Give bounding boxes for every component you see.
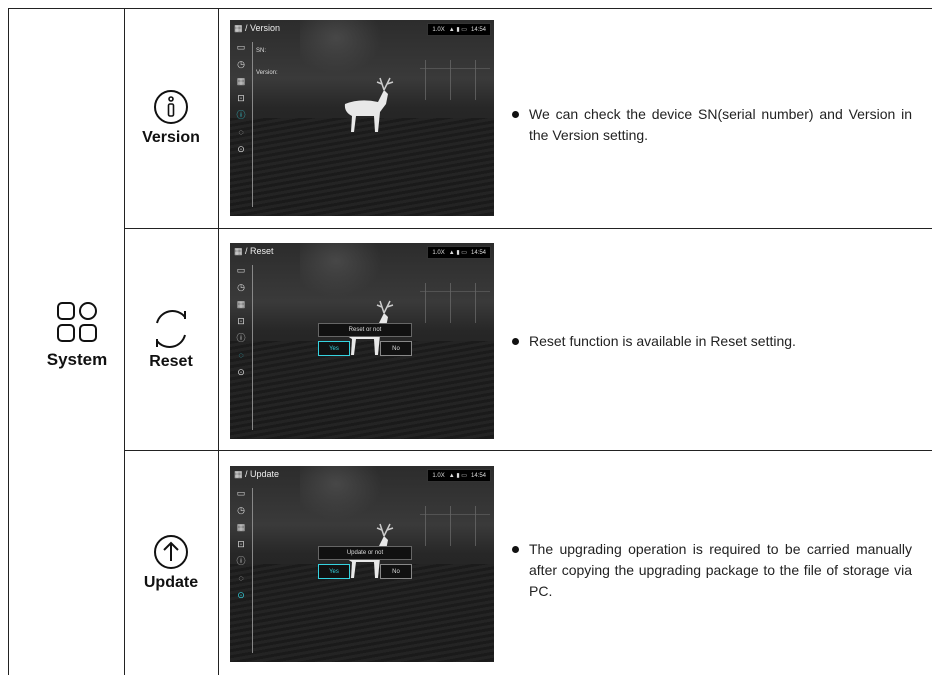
row-update-cell: Update: [125, 451, 217, 675]
screen-title: ▦ / Version: [234, 23, 281, 33]
reset-dialog: Reset or not Yes No: [318, 323, 412, 356]
display-icon: ▭: [236, 42, 246, 52]
screenshot-reset: ▦ / Reset 1.0X ▲ ▮ ▭ 14:54 ▭ ◷ ▦ ⊡ ⓘ ◌ ⊙ Reset…: [230, 243, 494, 439]
row-reset-cell: Reset: [125, 229, 217, 450]
update-icon: ⊙: [237, 590, 245, 600]
reset-icon: ◌: [238, 573, 244, 583]
yes-button[interactable]: Yes: [318, 341, 350, 356]
upload-arrow-icon: [154, 535, 188, 569]
deer-silhouette: [344, 77, 394, 132]
info-icon: ⓘ: [236, 556, 246, 566]
version-field: Version:: [256, 70, 278, 76]
status-bar: 1.0X ▲ ▮ ▭ 14:54: [427, 469, 491, 482]
menu-sidebar: ▭ ◷ ▦ ⊡ ⓘ ◌ ⊙: [234, 42, 248, 155]
calendar-icon: ▦: [236, 299, 246, 309]
description-update: The upgrading operation is required to b…: [512, 539, 912, 602]
display-icon: ▭: [236, 488, 246, 498]
screenshot-update: ▦ / Update 1.0X ▲ ▮ ▭ 14:54 ▭ ◷ ▦ ⊡ ⓘ ◌ ⊙ Upda…: [230, 466, 494, 662]
info-icon: ⓘ: [236, 333, 246, 343]
calendar-icon: ▦: [236, 76, 246, 86]
download-icon: ⊡: [237, 93, 245, 103]
status-bar: 1.0X ▲ ▮ ▭ 14:54: [427, 246, 491, 259]
screenshot-version: ▦ / Version 1.0X ▲ ▮ ▭ 14:54 ▭ ◷ ▦ ⊡ ⓘ ◌ ⊙ SN:…: [230, 20, 494, 216]
update-dialog: Update or not Yes No: [318, 546, 412, 579]
clock-icon: ◷: [237, 59, 245, 69]
clock-icon: ◷: [237, 505, 245, 515]
update-icon: ⊙: [237, 144, 245, 154]
no-button[interactable]: No: [380, 564, 412, 579]
row-label: Reset: [149, 352, 193, 370]
screen-title: ▦ / Update: [234, 469, 280, 479]
menu-sidebar: ▭ ◷ ▦ ⊡ ⓘ ◌ ⊙: [234, 265, 248, 378]
yes-button[interactable]: Yes: [318, 564, 350, 579]
system-grid-icon: [57, 302, 97, 342]
description-reset: Reset function is available in Reset set…: [512, 331, 912, 352]
reset-icon: ◌: [238, 350, 244, 360]
info-circle-icon: [154, 90, 188, 124]
description-version: We can check the device SN(serial number…: [512, 104, 912, 146]
menu-sidebar: ▭ ◷ ▦ ⊡ ⓘ ◌ ⊙: [234, 488, 248, 601]
download-icon: ⊡: [237, 539, 245, 549]
status-bar: 1.0X ▲ ▮ ▭ 14:54: [427, 23, 491, 36]
update-icon: ⊙: [237, 367, 245, 377]
no-button[interactable]: No: [380, 341, 412, 356]
category-system: System: [30, 230, 124, 440]
info-icon: ⓘ: [236, 110, 246, 120]
download-icon: ⊡: [237, 316, 245, 326]
reset-icon: ◌: [238, 127, 244, 137]
row-version-cell: Version: [125, 8, 217, 228]
row-label: Update: [143, 574, 199, 591]
category-label: System: [46, 350, 108, 369]
row-label: Version: [142, 129, 200, 146]
clock-icon: ◷: [237, 282, 245, 292]
calendar-icon: ▦: [236, 522, 246, 532]
sn-field: SN:: [256, 48, 267, 54]
screen-title: ▦ / Reset: [234, 246, 274, 256]
dialog-question: Reset or not: [318, 323, 412, 337]
reset-arrows-icon: [156, 309, 186, 348]
display-icon: ▭: [236, 265, 246, 275]
dialog-question: Update or not: [318, 546, 412, 560]
